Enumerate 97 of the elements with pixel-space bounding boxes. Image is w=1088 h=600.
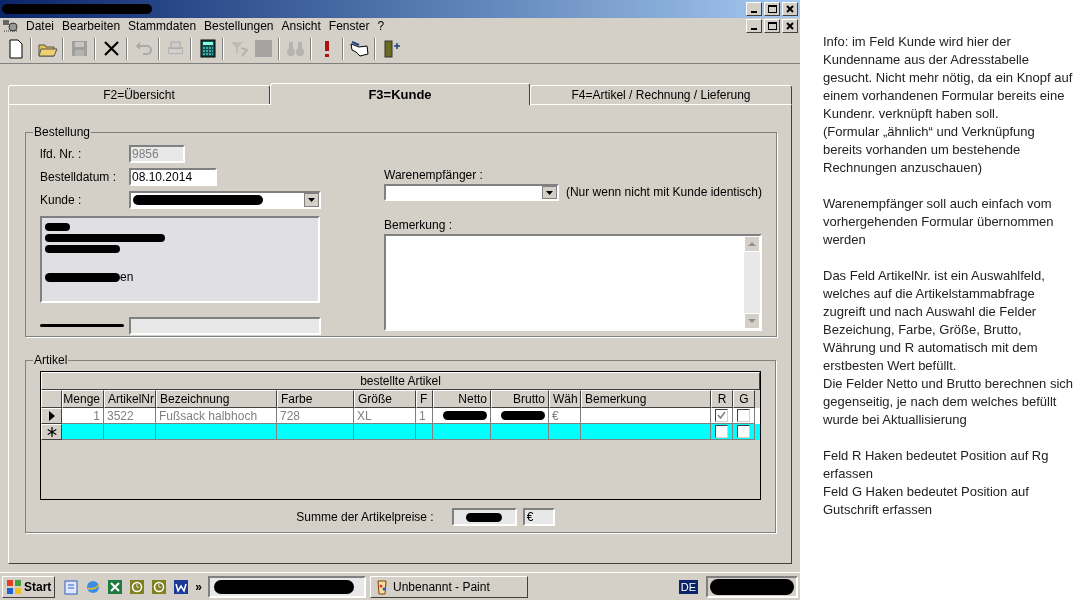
quick-launch-button[interactable] bbox=[129, 578, 146, 595]
table-row[interactable]: 1 3522 Fußsack halbhoch 728 XL 1 € bbox=[41, 408, 760, 424]
column-header[interactable]: Brutto bbox=[491, 390, 549, 408]
menu-item[interactable]: Datei bbox=[22, 18, 58, 34]
tab[interactable]: F3=Kunde bbox=[270, 83, 530, 105]
field-label: Kunde : bbox=[40, 191, 83, 209]
word-processor-icon bbox=[173, 578, 190, 595]
group-title: Bestellung bbox=[33, 124, 92, 141]
currency-field: € bbox=[522, 508, 555, 526]
close-icon bbox=[786, 5, 794, 13]
column-header[interactable]: Bezeichnung bbox=[156, 390, 277, 408]
column-header[interactable]: Wäh bbox=[549, 390, 581, 408]
overflow-chevron[interactable]: » bbox=[195, 577, 203, 596]
minimize-button[interactable] bbox=[746, 19, 762, 33]
language-indicator[interactable]: DE bbox=[678, 579, 698, 594]
minimize-button[interactable] bbox=[746, 2, 762, 16]
close-button[interactable] bbox=[782, 19, 798, 33]
tab[interactable]: F4=Artikel / Rechnung / Lieferung bbox=[530, 85, 792, 104]
redaction-mark bbox=[45, 223, 70, 231]
grid-title: bestellte Artikel bbox=[41, 372, 760, 390]
tab[interactable]: F2=Übersicht bbox=[8, 85, 270, 104]
header-corner bbox=[41, 390, 62, 408]
sum-label: Summe der Artikelpreise : bbox=[296, 509, 434, 526]
column-header[interactable]: R bbox=[711, 390, 733, 408]
menu-item[interactable]: Ansicht bbox=[277, 18, 325, 34]
table-cell bbox=[549, 424, 581, 440]
menu-item[interactable]: Bestellungen bbox=[200, 18, 278, 34]
checkmark-icon bbox=[717, 411, 726, 420]
note-paragraph: Warenempfänger soll auch einfach vom vorhergehenden Formular übernommen werden bbox=[823, 195, 1055, 249]
quick-launch-button[interactable] bbox=[107, 578, 124, 595]
paint-bucket-icon bbox=[375, 578, 390, 595]
menu-item[interactable]: Stammdaten bbox=[124, 18, 201, 34]
column-header[interactable]: ArtikelNr bbox=[104, 390, 156, 408]
column-header[interactable]: Netto bbox=[433, 390, 491, 408]
close-icon bbox=[786, 22, 794, 30]
table-cell bbox=[416, 424, 433, 440]
field-label: Warenempfänger : bbox=[384, 168, 484, 182]
column-header[interactable]: Menge bbox=[62, 390, 104, 408]
table-cell bbox=[104, 424, 156, 440]
address-text: en bbox=[120, 269, 134, 286]
start-button[interactable]: Start bbox=[2, 575, 56, 598]
row-selector[interactable] bbox=[41, 424, 62, 440]
hint-text: (Nur wenn nicht mit Kunde identisch) bbox=[565, 184, 762, 201]
column-header[interactable]: Größe bbox=[354, 390, 416, 408]
asterisk-icon bbox=[46, 427, 57, 437]
scrollbar[interactable] bbox=[744, 236, 760, 329]
field-label: Bemerkung : bbox=[384, 218, 454, 232]
input-field[interactable]: 08.10.2014 bbox=[129, 167, 217, 186]
dropdown[interactable] bbox=[129, 190, 321, 209]
table-cell bbox=[491, 424, 549, 440]
taskbar-button[interactable]: Unbenannt - Paint bbox=[370, 575, 529, 598]
maximize-icon bbox=[767, 22, 777, 30]
menu-item[interactable]: ? bbox=[373, 18, 389, 34]
minimize-icon bbox=[751, 28, 757, 30]
clock-icon bbox=[129, 578, 146, 595]
quick-launch-button[interactable] bbox=[151, 578, 168, 595]
menu-item[interactable]: Fenster bbox=[324, 18, 374, 34]
menu-item[interactable]: Bearbeiten bbox=[58, 18, 125, 34]
maximize-button[interactable] bbox=[764, 2, 780, 16]
current-row-icon bbox=[47, 411, 56, 421]
square-icon bbox=[252, 38, 274, 59]
checkbox[interactable] bbox=[737, 409, 750, 422]
browser-icon bbox=[85, 578, 102, 595]
maximize-button[interactable] bbox=[764, 19, 780, 33]
maximize-icon bbox=[767, 5, 777, 13]
note-paragraph: Feld R Haken bedeutet Position auf Rg erfassen Feld G Haken bedeutet Position auf Gutschrift erfassen bbox=[823, 447, 1050, 519]
app-icon bbox=[2, 19, 20, 33]
minimize-icon bbox=[751, 11, 757, 13]
note-paragraph: Das Feld ArtikelNr. ist ein Auswahlfeld, welches auf die Artikelstammabfrage zugreift und nach Auswahl die Felder Bezeichung, Farbe, Größe, Brutto, Währung und R automatisch mit dem erstbesten Wert befüllt. Die Felder Netto und Brutto berechnen sich gegenseitig, je nach dem welches befüllt wurde bei Aktuallisierung bbox=[823, 267, 1074, 429]
scroll-up-icon bbox=[744, 236, 760, 252]
column-header[interactable]: F bbox=[416, 390, 433, 408]
quick-launch-button[interactable] bbox=[173, 578, 190, 595]
column-header[interactable]: Farbe bbox=[277, 390, 354, 408]
checkbox[interactable] bbox=[715, 425, 728, 438]
spreadsheet-icon bbox=[107, 578, 124, 595]
taskbar-button[interactable] bbox=[208, 575, 367, 598]
new-row[interactable] bbox=[41, 424, 760, 440]
scroll-down-icon bbox=[744, 313, 760, 329]
close-button[interactable] bbox=[782, 2, 798, 16]
column-header[interactable]: Bemerkung bbox=[581, 390, 711, 408]
table-cell bbox=[433, 424, 491, 440]
clock-icon bbox=[151, 578, 168, 595]
row-selector[interactable] bbox=[41, 408, 62, 424]
group-title: Artikel bbox=[33, 352, 69, 369]
note-paragraph: Info: im Feld Kunde wird hier der Kundenname aus der Adresstabelle gesucht. Nicht mehr nötig, da ein Knopf auf einem vorhandenen Formular bereits eine Kundenr. verknüpft haben soll. (Formular „ähnlich“ und Verknüpfung bereits vorhanden um bestehende Rechnungen anzuschauen) bbox=[823, 33, 1074, 177]
field-label: Bestelldatum : bbox=[40, 168, 118, 186]
checkbox[interactable] bbox=[715, 409, 728, 422]
checkbox[interactable] bbox=[737, 425, 750, 438]
document-icon bbox=[63, 578, 80, 595]
table-cell bbox=[62, 424, 104, 440]
windows-logo-icon bbox=[6, 578, 22, 595]
text-area[interactable] bbox=[384, 234, 762, 331]
exclamation-icon bbox=[325, 40, 329, 57]
pointing-hand-icon bbox=[348, 38, 370, 59]
column-header[interactable]: G bbox=[733, 390, 755, 408]
table-cell bbox=[354, 424, 416, 440]
field-label: lfd. Nr. : bbox=[40, 145, 83, 163]
